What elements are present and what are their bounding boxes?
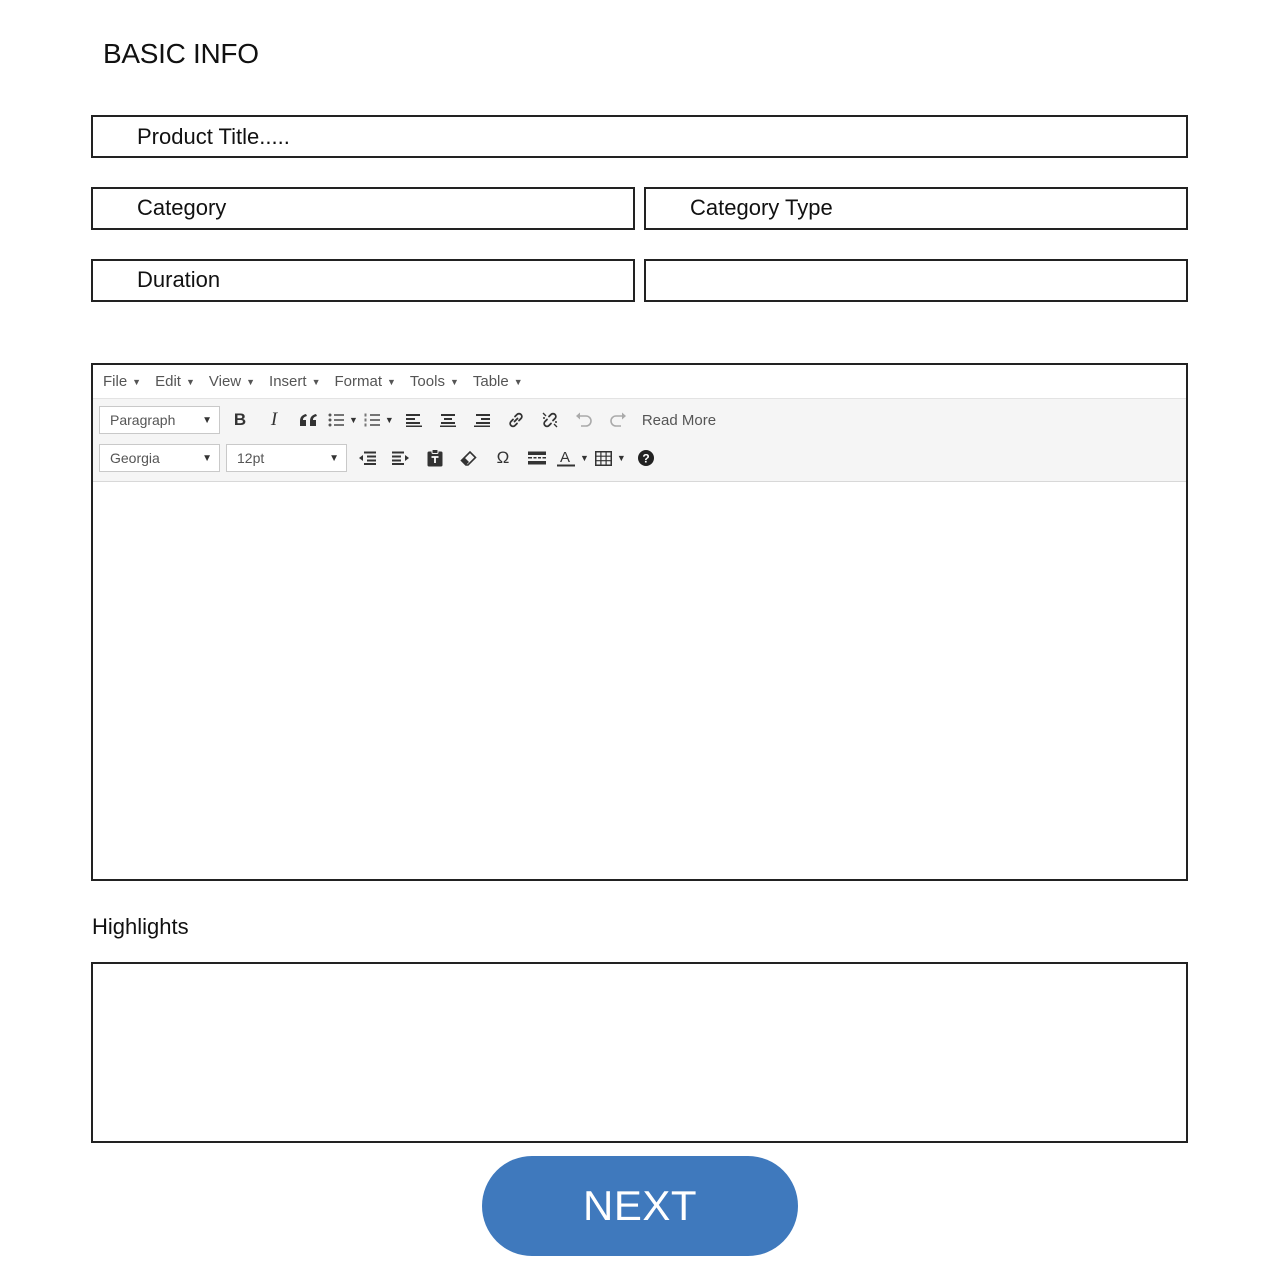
table-icon[interactable]: ▼ (594, 444, 626, 472)
caret-down-icon: ▼ (202, 452, 212, 464)
svg-text:A: A (560, 449, 570, 466)
product-title-input[interactable] (93, 117, 1186, 156)
redo-icon[interactable] (604, 406, 632, 434)
italic-icon[interactable]: I (260, 406, 288, 434)
caret-down-icon: ▼ (329, 452, 339, 464)
menu-view[interactable]: View ▼ (209, 373, 255, 390)
duration-field[interactable]: Duration (91, 259, 635, 302)
caret-down-icon: ▼ (616, 453, 626, 463)
menu-table[interactable]: Table ▼ (473, 373, 523, 390)
caret-down-icon: ▼ (132, 376, 142, 387)
editor-menubar: File ▼ Edit ▼ View ▼ Insert ▼ Format ▼ Tools ▼… (93, 365, 1186, 399)
menu-edit[interactable]: Edit ▼ (155, 373, 195, 390)
caret-down-icon: ▼ (185, 376, 195, 387)
eraser-icon[interactable] (455, 444, 483, 472)
duration-label: Duration (137, 267, 221, 292)
product-title-field[interactable] (91, 115, 1188, 158)
paste-text-icon[interactable] (421, 444, 449, 472)
highlights-textarea[interactable] (93, 964, 1186, 1141)
block-format-select[interactable]: Paragraph ▼ (99, 406, 220, 434)
category-field[interactable]: Category (91, 187, 635, 230)
horizontal-rule-icon[interactable] (523, 444, 551, 472)
caret-down-icon: ▼ (384, 415, 394, 425)
align-right-icon[interactable] (468, 406, 496, 434)
rich-text-editor: File ▼ Edit ▼ View ▼ Insert ▼ Format ▼ Tools ▼… (91, 363, 1188, 881)
align-center-icon[interactable] (434, 406, 462, 434)
undo-icon[interactable] (570, 406, 598, 434)
caret-down-icon: ▼ (202, 414, 212, 426)
category-type-field[interactable]: Category Type (644, 187, 1188, 230)
next-button[interactable]: NEXT (482, 1156, 798, 1256)
unlabeled-field[interactable] (644, 259, 1188, 302)
outdent-icon[interactable] (353, 444, 381, 472)
caret-down-icon: ▼ (580, 453, 589, 463)
caret-down-icon: ▼ (387, 376, 396, 387)
caret-down-icon: ▼ (349, 415, 358, 425)
help-icon[interactable]: ? (632, 444, 660, 472)
svg-text:?: ? (642, 451, 649, 465)
caret-down-icon: ▼ (513, 376, 523, 387)
editor-toolbar: Paragraph ▼ B I ▼ ▼ Read More Georgia ▼ … (93, 399, 1186, 482)
menu-file[interactable]: File ▼ (103, 373, 141, 390)
omega-icon[interactable]: Ω (489, 444, 517, 472)
read-more-button[interactable]: Read More (638, 406, 716, 434)
link-icon[interactable] (502, 406, 530, 434)
page-title: BASIC INFO (103, 38, 259, 69)
unlink-icon[interactable] (536, 406, 564, 434)
font-size-select[interactable]: 12pt ▼ (226, 444, 347, 472)
toolbar-row-1: Paragraph ▼ B I ▼ ▼ Read More (99, 405, 722, 435)
bold-icon[interactable]: B (226, 406, 254, 434)
category-label: Category (137, 195, 227, 220)
bullet-list-icon[interactable]: ▼ (328, 406, 358, 434)
indent-icon[interactable] (387, 444, 415, 472)
menu-insert[interactable]: Insert ▼ (269, 373, 320, 390)
editor-content-area[interactable] (93, 482, 1186, 879)
highlights-field[interactable] (91, 962, 1188, 1143)
numbered-list-icon[interactable]: ▼ (364, 406, 394, 434)
font-family-select[interactable]: Georgia ▼ (99, 444, 220, 472)
category-type-label: Category Type (690, 195, 833, 220)
highlights-label: Highlights (92, 914, 189, 939)
toolbar-row-2: Georgia ▼ 12pt ▼ Ω A ▼ ▼ ? (99, 443, 666, 473)
caret-down-icon: ▼ (311, 376, 321, 387)
menu-tools[interactable]: Tools ▼ (410, 373, 459, 390)
text-color-icon[interactable]: A ▼ (557, 444, 589, 472)
align-left-icon[interactable] (400, 406, 428, 434)
caret-down-icon: ▼ (449, 376, 459, 387)
blockquote-icon[interactable] (294, 406, 322, 434)
menu-format[interactable]: Format ▼ (334, 373, 395, 390)
caret-down-icon: ▼ (246, 376, 256, 387)
